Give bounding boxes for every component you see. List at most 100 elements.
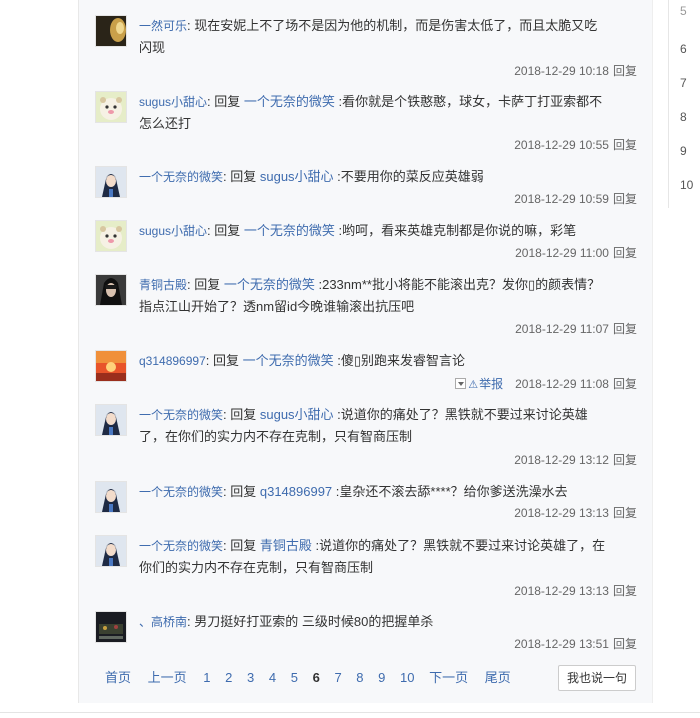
report-link[interactable]: ⚠举报 bbox=[455, 377, 503, 391]
reply-word: : 回复 bbox=[223, 538, 260, 553]
comment-time: 2018-12-29 13:13 bbox=[514, 506, 609, 520]
comment-username[interactable]: 一个无奈的微笑 bbox=[139, 170, 223, 184]
avatar[interactable] bbox=[95, 611, 127, 643]
avatar[interactable] bbox=[95, 15, 127, 47]
reply-target[interactable]: 一个无奈的微笑 bbox=[243, 353, 334, 368]
page-link-8[interactable]: 8 bbox=[356, 670, 363, 685]
avatar[interactable] bbox=[95, 220, 127, 252]
reply-word: : 回复 bbox=[223, 484, 260, 499]
page-link-1[interactable]: 1 bbox=[203, 670, 210, 685]
comment-text: q314896997: 回复 一个无奈的微笑 :傻▯别跑来发睿智言论 bbox=[139, 350, 635, 372]
reply-word: : 回复 bbox=[207, 223, 244, 238]
comment-content-line2: 你们的实力内不存在克制，只有智商压制 bbox=[139, 560, 374, 575]
right-page-8[interactable]: 8 bbox=[680, 110, 700, 124]
avatar[interactable] bbox=[95, 91, 127, 123]
reply-target[interactable]: 一个无奈的微笑 bbox=[244, 94, 335, 109]
avatar[interactable] bbox=[95, 166, 127, 198]
anime-character-image bbox=[96, 167, 126, 197]
comment-content-line2: 闪现 bbox=[139, 40, 166, 55]
right-page-6[interactable]: 6 bbox=[680, 42, 700, 56]
prev-page-link[interactable]: 上一页 bbox=[148, 670, 187, 685]
reply-word: : 回复 bbox=[187, 277, 224, 292]
comment-username[interactable]: 一个无奈的微笑 bbox=[139, 408, 223, 422]
reply-word: : 回复 bbox=[223, 169, 260, 184]
pagination: 首页 上一页 1 2 3 4 5 6 7 8 9 10 下一页 尾页 bbox=[105, 667, 524, 686]
last-page-link[interactable]: 尾页 bbox=[485, 670, 511, 685]
avatar[interactable] bbox=[95, 535, 127, 567]
right-page-10[interactable]: 10 bbox=[680, 178, 700, 192]
comment-text: sugus小甜心: 回复 一个无奈的微笑 :哟呵，看来英雄克制都是你说的嘛，彩笔 bbox=[139, 220, 635, 242]
comment-meta: 2018-12-29 13:12 回复 bbox=[514, 451, 637, 468]
comment-text: 一个无奈的微笑: 回复 q314896997 :皇杂还不滚去舔****？给你爹送… bbox=[139, 481, 635, 503]
page-link-4[interactable]: 4 bbox=[269, 670, 276, 685]
comment-meta: 2018-12-29 11:07 回复 bbox=[515, 320, 637, 337]
reply-link[interactable]: 回复 bbox=[613, 64, 637, 78]
comment-username[interactable]: 一然可乐 bbox=[139, 19, 187, 33]
right-page-7[interactable]: 7 bbox=[680, 76, 700, 90]
right-page-9[interactable]: 9 bbox=[680, 144, 700, 158]
avatar[interactable] bbox=[95, 350, 127, 382]
comment-meta: 2018-12-29 13:51 回复 bbox=[514, 635, 637, 652]
reply-link[interactable]: 回复 bbox=[613, 506, 637, 520]
reply-link[interactable]: 回复 bbox=[613, 637, 637, 651]
reply-target[interactable]: q314896997 bbox=[260, 484, 332, 499]
avatar[interactable] bbox=[95, 404, 127, 436]
comment-content: :不要用你的菜反应英雄弱 bbox=[333, 169, 484, 184]
comment-content: 男刀挺好打亚索的 三级时候80的把握单杀 bbox=[194, 614, 434, 629]
cute-animal-image bbox=[96, 221, 126, 251]
next-page-link[interactable]: 下一页 bbox=[429, 670, 468, 685]
avatar[interactable] bbox=[95, 274, 127, 306]
comment-username[interactable]: sugus小甜心 bbox=[139, 95, 207, 109]
reply-link[interactable]: 回复 bbox=[613, 322, 637, 336]
reply-target[interactable]: 青铜古殿 bbox=[260, 538, 312, 553]
comment-text: 青铜古殿: 回复 一个无奈的微笑 :233nm**批小将能不能滚出克？发你▯的颜… bbox=[139, 274, 635, 318]
comment-time: 2018-12-29 10:18 bbox=[514, 64, 609, 78]
comment-content: :看你就是个铁憨憨，球女，卡萨丁打亚索都不 bbox=[334, 94, 603, 109]
comment-text: 、高桥南: 男刀挺好打亚索的 三级时候80的把握单杀 bbox=[139, 611, 635, 633]
comment-meta: 2018-12-29 13:13 回复 bbox=[514, 504, 637, 521]
reply-link[interactable]: 回复 bbox=[613, 377, 637, 391]
reply-link[interactable]: 回复 bbox=[613, 246, 637, 260]
comment-username[interactable]: q314896997 bbox=[139, 354, 206, 368]
comment-username[interactable]: sugus小甜心 bbox=[139, 224, 207, 238]
comment-meta: 2018-12-29 10:18 回复 bbox=[514, 62, 637, 79]
reply-target[interactable]: 一个无奈的微笑 bbox=[244, 223, 335, 238]
comment-username[interactable]: 一个无奈的微笑 bbox=[139, 485, 223, 499]
bottom-divider bbox=[0, 712, 700, 713]
cute-animal-image bbox=[96, 92, 126, 122]
reply-target[interactable]: 一个无奈的微笑 bbox=[224, 277, 315, 292]
first-page-link[interactable]: 首页 bbox=[105, 670, 131, 685]
comment-text: 一然可乐: 现在安妮上不了场不是因为他的机制，而是伤害太低了，而且太脆又吃 闪现 bbox=[139, 15, 635, 59]
reply-target[interactable]: sugus小甜心 bbox=[260, 169, 334, 184]
comment-time: 2018-12-29 13:13 bbox=[514, 584, 609, 598]
avatar[interactable] bbox=[95, 481, 127, 513]
anime-character-image bbox=[96, 405, 126, 435]
page-link-10[interactable]: 10 bbox=[400, 670, 414, 685]
right-page-partial[interactable]: 5 bbox=[680, 4, 700, 18]
current-page: 6 bbox=[312, 670, 320, 685]
comment-username[interactable]: 青铜古殿 bbox=[139, 278, 187, 292]
comment-content: :皇杂还不滚去舔****？给你爹送洗澡水去 bbox=[332, 484, 568, 499]
post-reply-button[interactable]: 我也说一句 bbox=[558, 665, 636, 691]
reply-link[interactable]: 回复 bbox=[613, 138, 637, 152]
page-link-7[interactable]: 7 bbox=[334, 670, 341, 685]
dropdown-arrow-icon[interactable] bbox=[455, 378, 467, 389]
warning-icon: ⚠ bbox=[468, 379, 479, 391]
anime-character-image bbox=[96, 482, 126, 512]
anime-character-image bbox=[96, 536, 126, 566]
comment-time: 2018-12-29 11:07 bbox=[515, 322, 609, 336]
reply-link[interactable]: 回复 bbox=[613, 192, 637, 206]
reply-target[interactable]: sugus小甜心 bbox=[260, 407, 334, 422]
page-link-9[interactable]: 9 bbox=[378, 670, 385, 685]
comment-username[interactable]: 一个无奈的微笑 bbox=[139, 539, 223, 553]
page-link-3[interactable]: 3 bbox=[247, 670, 254, 685]
page-link-5[interactable]: 5 bbox=[291, 670, 298, 685]
comment-content: :哟呵，看来英雄克制都是你说的嘛，彩笔 bbox=[334, 223, 577, 238]
page-link-2[interactable]: 2 bbox=[225, 670, 232, 685]
comment-time: 2018-12-29 13:12 bbox=[514, 453, 609, 467]
reply-link[interactable]: 回复 bbox=[613, 453, 637, 467]
comment-meta: 2018-12-29 10:55 回复 bbox=[514, 136, 637, 153]
comment-username[interactable]: 、高桥南 bbox=[139, 615, 187, 629]
reply-link[interactable]: 回复 bbox=[613, 584, 637, 598]
comment-text: 一个无奈的微笑: 回复 sugus小甜心 :说道你的痛处了？黑铁就不要过来讨论英… bbox=[139, 404, 635, 448]
